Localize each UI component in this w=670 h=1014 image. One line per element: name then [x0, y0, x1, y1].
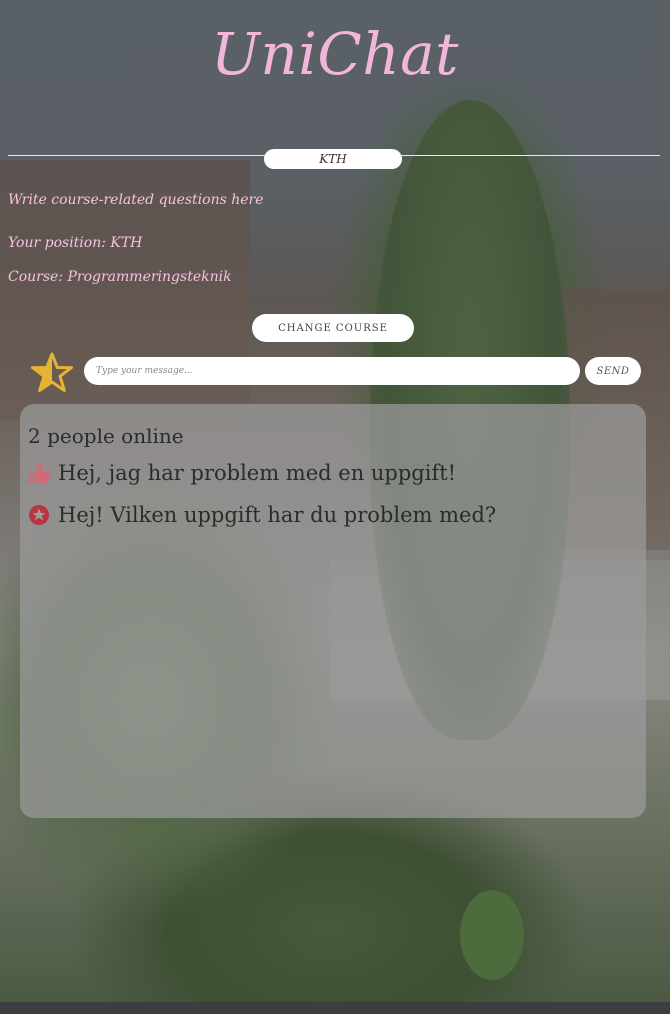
app-title: UniChat [211, 20, 459, 88]
course-text: Course: Programmeringsteknik [8, 269, 232, 285]
star-badge-icon [26, 502, 52, 528]
online-count: 2 people online [28, 424, 184, 448]
star-icon[interactable] [30, 351, 74, 395]
university-badge: KTH [264, 149, 402, 169]
chat-panel: 2 people online Hej, jag har problem med… [20, 404, 646, 818]
position-text: Your position: KTH [8, 235, 143, 251]
send-button[interactable]: SEND [585, 357, 641, 385]
chat-message-text: Hej! Vilken uppgift har du problem med? [58, 503, 497, 527]
course-prompt-text: Write course-related questions here [8, 192, 264, 208]
message-input[interactable] [84, 357, 580, 385]
app-container: UniChat KTH Write course-related questio… [0, 0, 670, 1014]
chat-message: Hej! Vilken uppgift har du problem med? [26, 502, 496, 528]
change-course-button[interactable]: CHANGE COURSE [252, 314, 414, 342]
chat-message-text: Hej, jag har problem med en uppgift! [58, 461, 457, 485]
thumbs-up-icon [26, 460, 52, 486]
chat-message: Hej, jag har problem med en uppgift! [26, 460, 456, 486]
